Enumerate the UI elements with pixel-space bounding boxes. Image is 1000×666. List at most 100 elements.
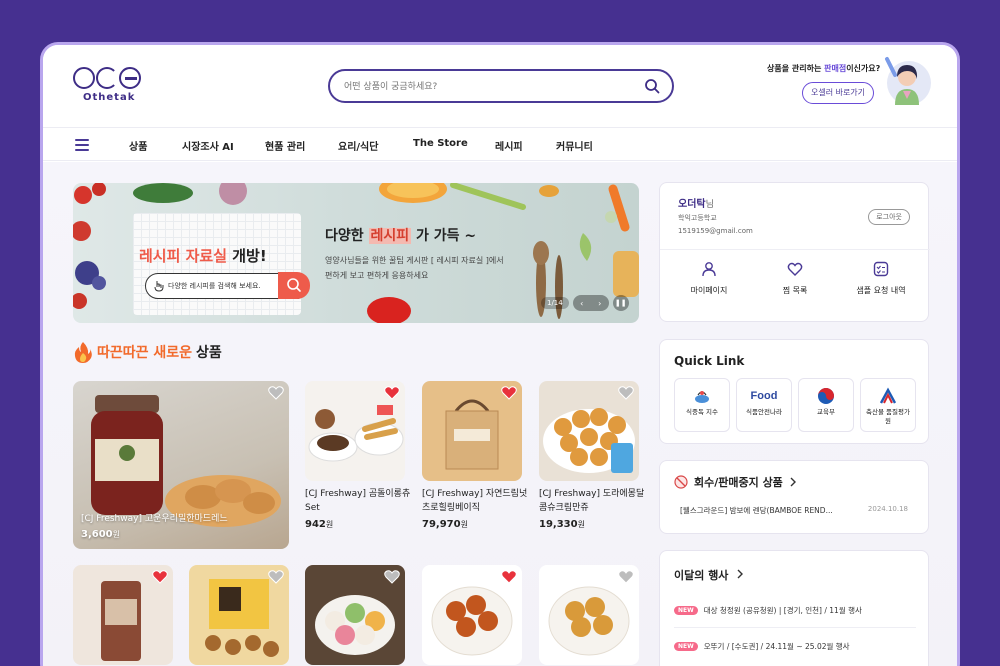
quick-link-icon-wrap: Food	[737, 384, 791, 408]
user-name-value: 오더탁	[678, 199, 706, 210]
no-entry-icon	[674, 475, 688, 489]
user-school: 학익고등학교	[678, 214, 717, 222]
banner-search[interactable]: 다양한 레시피를 검색해 보세요.	[145, 272, 310, 299]
heart-icon[interactable]	[152, 570, 168, 584]
events-title-text: 이달의 행사	[674, 569, 729, 582]
quick-link-livestock-quality[interactable]: 축산물 품질평가원	[860, 378, 916, 432]
heart-icon[interactable]	[618, 570, 634, 584]
logout-button[interactable]: 로그아웃	[868, 209, 910, 225]
event-row[interactable]: NEW 오뚜기 / [수도권] / 24.11월 ~ 25.02월 행사	[674, 641, 850, 652]
product-card[interactable]: [CJ Freshway] 도라에몽달콤슈크림만쥬 19,330원	[539, 381, 644, 530]
menu-line	[75, 144, 89, 146]
product-name: [CJ Freshway] 곰돌이롱츄Set	[305, 489, 411, 513]
divider	[674, 627, 916, 628]
featured-product-price: 3,600원	[81, 529, 120, 540]
brand-logo[interactable]: Othetak	[73, 67, 145, 107]
quick-link-label: 교육부	[817, 408, 835, 416]
events-title[interactable]: 이달의 행사	[674, 567, 744, 583]
mypage-button[interactable]: 마이페이지	[664, 261, 754, 296]
heart-icon[interactable]	[501, 570, 517, 584]
recall-title[interactable]: 회수/판매중지 상품	[674, 474, 797, 490]
chevron-right-icon[interactable]: ›	[598, 299, 601, 308]
quick-link-title: Quick Link	[674, 354, 745, 368]
logo-c	[96, 67, 118, 89]
product-price-unit: 원	[325, 520, 334, 529]
product-card[interactable]	[422, 565, 522, 665]
banner-desc-line-2: 편하게 보고 편하게 응용하세요	[325, 271, 429, 280]
featured-product-card[interactable]: [CJ Freshway] 고운우리밀한마드레느 3,600원	[73, 381, 289, 549]
food-poisoning-icon	[695, 391, 709, 403]
search-icon	[287, 278, 301, 292]
seller-link-button[interactable]: 오셀러 바로가기	[802, 82, 874, 104]
nav-item-cooking[interactable]: 요리/식단	[338, 138, 378, 153]
product-price-value: 19,330	[539, 519, 578, 530]
nav-item-recipe[interactable]: 레시피	[495, 138, 523, 153]
new-products-title-highlight: 따끈따끈 새로운	[97, 345, 193, 361]
seller-question-prefix: 상품을 관리하는	[767, 64, 825, 73]
chevron-left-icon[interactable]: ‹	[580, 299, 583, 308]
nav-item-market-ai[interactable]: 시장조사 AI	[182, 138, 234, 153]
heart-icon[interactable]	[268, 386, 284, 400]
taegeuk-icon	[818, 388, 834, 404]
hero-banner[interactable]: 레시피 자료실 개방! 다양한 레시피를 검색해 보세요. 다양한 레시피 가 …	[73, 183, 639, 323]
food-safety-logo: Food	[750, 390, 778, 402]
nav-item-products[interactable]: 상품	[129, 138, 147, 153]
product-image	[189, 565, 289, 665]
search-input[interactable]	[344, 78, 634, 96]
heart-outline-icon	[787, 262, 803, 276]
banner-search-button[interactable]	[278, 272, 310, 299]
product-price: 79,970원	[422, 519, 522, 530]
events-panel: 이달의 행사 NEW 대상 청정원 (공유청원) | [경기, 인천] / 11…	[659, 550, 929, 666]
logo-mark	[73, 67, 145, 89]
banner-controls: 1/14 ‹ › ❚❚	[541, 295, 629, 311]
quick-link-food-safety[interactable]: Food 식품안전나라	[736, 378, 792, 432]
banner-description: 영양사님들을 위한 꿀팁 게시판 [ 레시피 자료실 ]에서 편하게 보고 편하…	[325, 253, 504, 283]
new-products-title: 따끈따끈 새로운 상품	[73, 341, 222, 363]
nav-item-community[interactable]: 커뮤니티	[556, 138, 593, 153]
user-honorific: 님	[705, 200, 714, 210]
banner-desc-line-1: 영양사님들을 위한 꿀팁 게시판 [ 레시피 자료실 ]에서	[325, 256, 504, 265]
heart-icon[interactable]	[384, 386, 400, 400]
wishlist-button[interactable]: 찜 목록	[750, 261, 840, 296]
heart-icon[interactable]	[501, 386, 517, 400]
quick-link-ministry-education[interactable]: 교육부	[798, 378, 854, 432]
menu-icon[interactable]	[75, 139, 89, 151]
product-card[interactable]	[189, 565, 289, 665]
heart-icon[interactable]	[618, 386, 634, 400]
product-price-value: 79,970	[422, 519, 461, 530]
menu-line	[75, 139, 89, 141]
nav-item-store[interactable]: The Store	[413, 138, 468, 149]
quick-link-panel: Quick Link 식중독 지수 Food 식품안전나라 교육부 축산물 품질…	[659, 339, 929, 444]
user-panel: 오더탁님 학익고등학교 1519159@gmail.com 로그아웃 마이페이지…	[659, 182, 930, 322]
divider	[660, 249, 930, 250]
heart-icon[interactable]	[268, 570, 284, 584]
chevron-right-icon	[737, 569, 744, 579]
product-card[interactable]: [CJ Freshway] 자연드림넛츠로힐링베이직 79,970원	[422, 381, 527, 530]
featured-product-price-unit: 원	[112, 530, 121, 539]
wishlist-label: 찜 목록	[782, 286, 808, 295]
product-card[interactable]	[305, 565, 405, 665]
event-row[interactable]: NEW 대상 청정원 (공유청원) | [경기, 인천] / 11월 행사	[674, 605, 862, 616]
banner-headline-post: 가 가득 ~	[411, 228, 477, 244]
product-card[interactable]	[73, 565, 173, 665]
product-image	[539, 381, 639, 481]
heart-icon[interactable]	[384, 570, 400, 584]
pause-icon[interactable]: ❚❚	[612, 295, 629, 311]
product-price-value: 942	[305, 519, 326, 530]
livestock-quality-icon	[879, 387, 897, 404]
product-image	[305, 381, 405, 481]
product-card[interactable]: [CJ Freshway] 곰돌이롱츄Set 942원	[305, 381, 410, 530]
nav-item-stock[interactable]: 현품 관리	[265, 138, 305, 153]
product-card[interactable]	[539, 565, 639, 665]
event-row-text: 대상 청정원 (공유청원) | [경기, 인천] / 11월 행사	[703, 606, 862, 615]
header: Othetak 상품을 관리하는 판매점이신가요? 오셀러 바로가기	[43, 45, 957, 127]
search-icon[interactable]	[644, 78, 660, 94]
product-image	[422, 381, 522, 481]
quick-link-icon-wrap	[675, 384, 729, 408]
featured-product-name: [CJ Freshway] 고운우리밀한마드레느	[81, 514, 228, 524]
recall-item[interactable]: [웰스그라운드] 밤보에 렌당(BAMBOE REND...	[680, 505, 833, 516]
product-image	[305, 565, 405, 665]
chevron-right-icon	[790, 477, 796, 487]
sample-request-button[interactable]: 샘플 요청 내역	[836, 261, 926, 296]
quick-link-food-poisoning[interactable]: 식중독 지수	[674, 378, 730, 432]
